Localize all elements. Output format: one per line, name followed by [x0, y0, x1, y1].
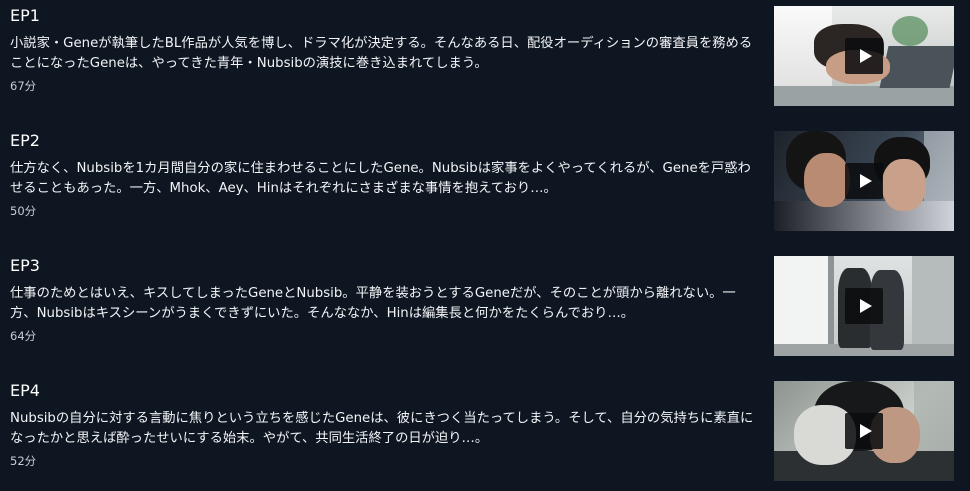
episode-title[interactable]: EP3	[10, 256, 40, 276]
episode-duration: 52分	[10, 454, 37, 468]
play-icon	[859, 424, 872, 438]
play-icon	[859, 49, 872, 63]
episode-title[interactable]: EP1	[10, 6, 40, 26]
episode-title[interactable]: EP4	[10, 381, 40, 401]
episode-title[interactable]: EP2	[10, 131, 40, 151]
episode-thumbnail[interactable]	[774, 256, 954, 356]
episode-item-ep3[interactable]: EP3 仕事のためとはいえ、キスしてしまったGeneとNubsib。平静を装おう…	[0, 254, 970, 358]
episode-list: EP1 小説家・Geneが執筆したBL作品が人気を博し、ドラマ化が決定する。そん…	[0, 0, 970, 491]
play-button[interactable]	[845, 413, 883, 449]
episode-thumbnail[interactable]	[774, 381, 954, 481]
play-button[interactable]	[845, 163, 883, 199]
play-icon	[859, 174, 872, 188]
play-icon	[859, 299, 872, 313]
episode-description: 小説家・Geneが執筆したBL作品が人気を博し、ドラマ化が決定する。そんなある日…	[10, 36, 753, 71]
episode-thumbnail[interactable]	[774, 6, 954, 106]
episode-description: Nubsibの自分に対する言動に焦りという立ちを感じたGeneは、彼にきつく当た…	[10, 411, 754, 446]
episode-description: 仕方なく、Nubsibを1カ月間自分の家に住まわせることにしたGene。Nubs…	[10, 161, 751, 196]
episode-thumbnail[interactable]	[774, 131, 954, 231]
episode-item-ep4[interactable]: EP4 Nubsibの自分に対する言動に焦りという立ちを感じたGeneは、彼にき…	[0, 379, 970, 483]
episode-duration: 64分	[10, 329, 37, 343]
episode-description: 仕事のためとはいえ、キスしてしまったGeneとNubsib。平静を装おうとするG…	[10, 286, 736, 321]
episode-item-ep1[interactable]: EP1 小説家・Geneが執筆したBL作品が人気を博し、ドラマ化が決定する。そん…	[0, 4, 970, 108]
episode-duration: 50分	[10, 204, 37, 218]
play-button[interactable]	[845, 38, 883, 74]
play-button[interactable]	[845, 288, 883, 324]
episode-duration: 67分	[10, 79, 37, 93]
episode-item-ep2[interactable]: EP2 仕方なく、Nubsibを1カ月間自分の家に住まわせることにしたGene。…	[0, 129, 970, 233]
